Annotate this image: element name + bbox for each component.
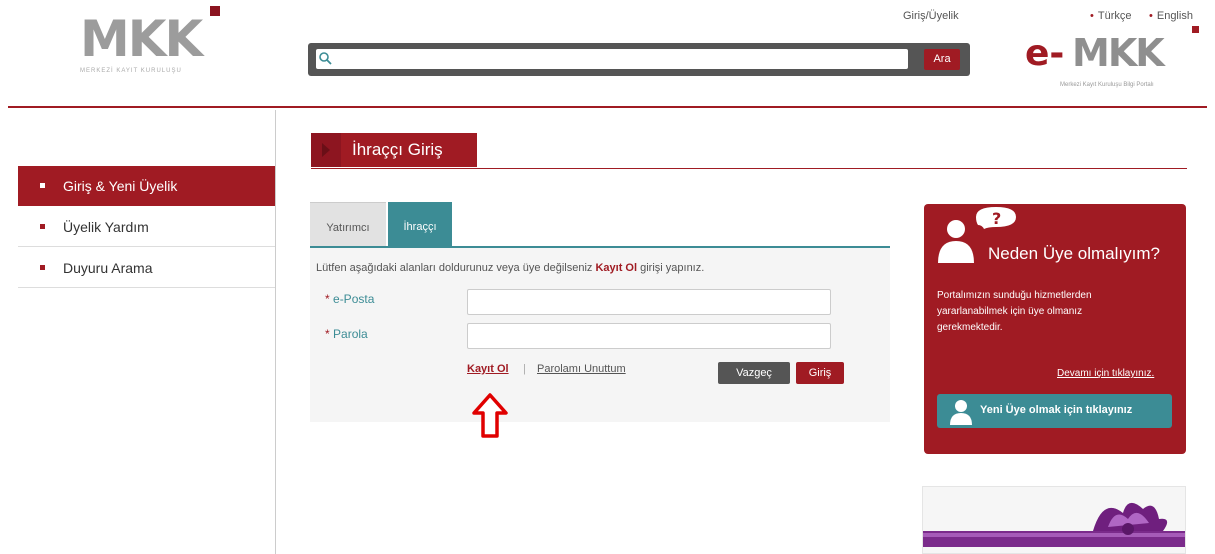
mkk-logo-square [210,6,220,16]
emkk-logo-prefix: e- [1025,33,1065,74]
bullet-icon [40,182,45,188]
password-field[interactable] [467,323,831,349]
login-button[interactable]: Giriş [796,362,844,384]
title-divider [311,168,1187,169]
search-button[interactable]: Ara [924,49,960,70]
email-label: * e-Posta [325,292,375,306]
play-arrow-icon [322,143,330,157]
email-field[interactable] [467,289,831,315]
gift-banner[interactable] [922,486,1186,554]
sidebar-divider [275,110,276,554]
annotation-up-arrow-icon [472,393,508,438]
read-more-link[interactable]: Devamı için tıklayınız. [1057,368,1154,379]
header-divider [8,106,1207,108]
gift-ribbon-icon [923,502,1185,547]
form-instructions: Lütfen aşağıdaki alanları doldurunuz vey… [316,262,705,274]
forgot-password-link[interactable]: Parolamı Unuttum [537,363,626,375]
sidebar-item-membership-help[interactable]: Üyelik Yardım [18,207,275,247]
mkk-logo[interactable]: MKK [80,14,203,64]
search-icon [319,52,332,65]
lang-english-link[interactable]: • English [1149,10,1193,22]
emkk-logo[interactable]: MKK [1072,34,1165,72]
cancel-button[interactable]: Vazgeç [718,362,790,384]
svg-text:?: ? [992,209,1001,228]
search-input[interactable] [316,49,908,69]
bullet-icon [40,223,45,229]
tab-investor[interactable]: Yatırımcı [310,202,386,248]
link-separator: | [523,363,526,375]
password-label: * Parola [325,327,368,341]
why-member-text: Portalımızın sunduğu hizmetlerden yararl… [937,290,1092,333]
new-member-button-label: Yeni Üye olmak için tıklayınız [980,404,1133,416]
sidebar-item-announcement-search[interactable]: Duyuru Arama [18,248,275,288]
login-register-link[interactable]: Giriş/Üyelik [903,10,959,22]
sidebar-item-login-new-membership[interactable]: Giriş & Yeni Üyelik [18,166,275,206]
bullet-icon [40,264,45,270]
emkk-logo-square [1192,26,1199,33]
page-title: İhraççı Giriş [352,140,443,159]
person-icon [950,400,972,425]
mkk-logo-subtitle: MERKEZİ KAYIT KURULUŞU [80,68,182,74]
why-member-title: Neden Üye olmalıyım? [988,244,1160,263]
tab-issuer[interactable]: İhraççı [388,202,452,248]
register-link[interactable]: Kayıt Ol [467,363,509,375]
emkk-logo-subtitle: Merkezi Kayıt Kuruluşu Bilgi Portalı [1060,82,1154,88]
lang-turkish-link[interactable]: • Türkçe [1090,10,1131,22]
